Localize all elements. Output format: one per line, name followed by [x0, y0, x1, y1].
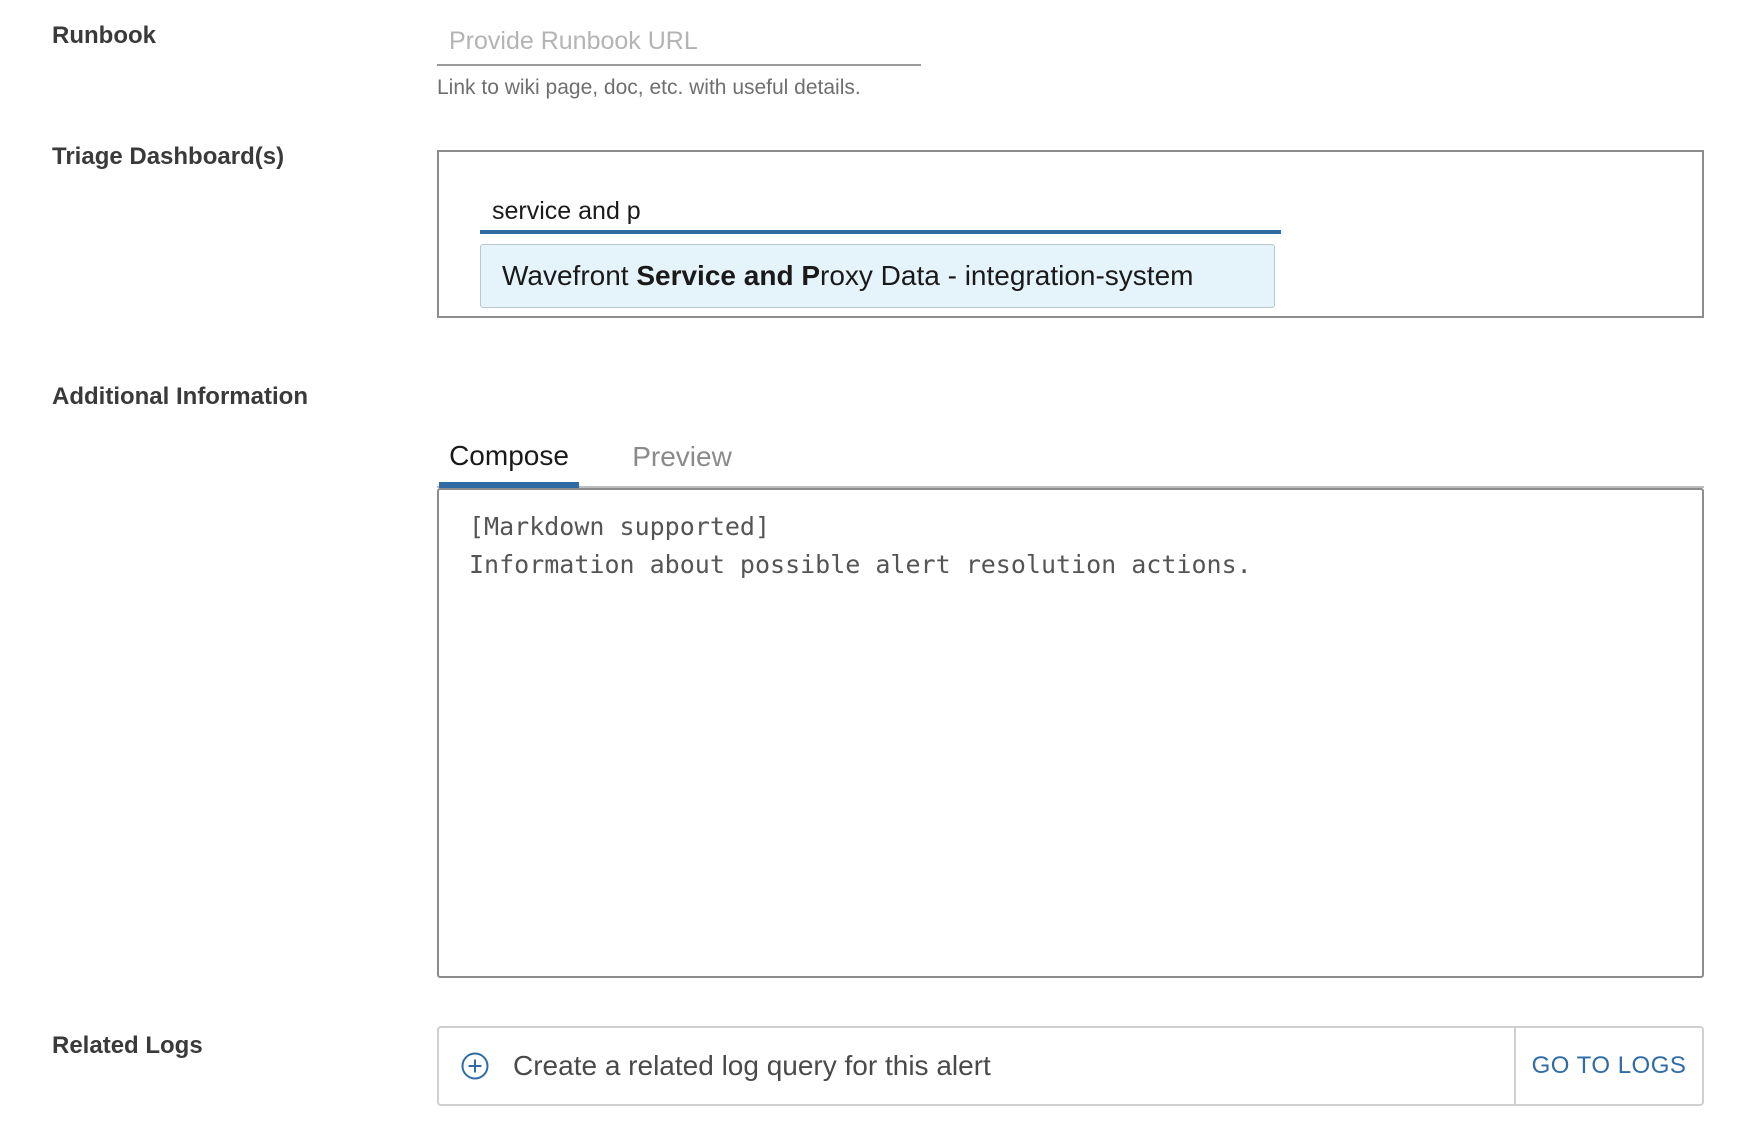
triage-search-field[interactable] — [480, 198, 1281, 234]
runbook-input[interactable] — [437, 18, 921, 64]
create-log-query-text: Create a related log query for this aler… — [513, 1050, 991, 1081]
triage-search-input[interactable] — [480, 198, 1281, 230]
go-to-logs-button[interactable]: GO TO LOGS — [1514, 1028, 1702, 1104]
triage-dashboards-box[interactable]: Wavefront Service and Proxy Data - integ… — [437, 150, 1704, 318]
plus-circle-icon — [461, 1052, 489, 1080]
triage-dashboards-label: Triage Dashboard(s) — [52, 143, 285, 170]
suggestion-suffix: roxy Data - integration-system — [820, 260, 1194, 291]
additional-information-label: Additional Information — [52, 383, 308, 410]
runbook-label: Runbook — [52, 22, 156, 49]
related-logs-box: Create a related log query for this aler… — [437, 1026, 1704, 1106]
runbook-field[interactable] — [437, 18, 921, 66]
suggestion-match: Service and P — [636, 260, 820, 291]
runbook-helper-text: Link to wiki page, doc, etc. with useful… — [437, 76, 861, 99]
tab-preview[interactable]: Preview — [612, 426, 752, 488]
create-log-query-button[interactable]: Create a related log query for this aler… — [439, 1028, 1514, 1104]
related-logs-label: Related Logs — [52, 1032, 203, 1059]
editor-tabs: Compose Preview — [437, 426, 1704, 488]
additional-information-editor[interactable] — [437, 488, 1704, 978]
additional-information-textarea[interactable] — [439, 490, 1702, 976]
tab-compose[interactable]: Compose — [439, 426, 579, 488]
dashboard-suggestion-item[interactable]: Wavefront Service and Proxy Data - integ… — [480, 244, 1275, 308]
suggestion-prefix: Wavefront — [502, 260, 637, 291]
